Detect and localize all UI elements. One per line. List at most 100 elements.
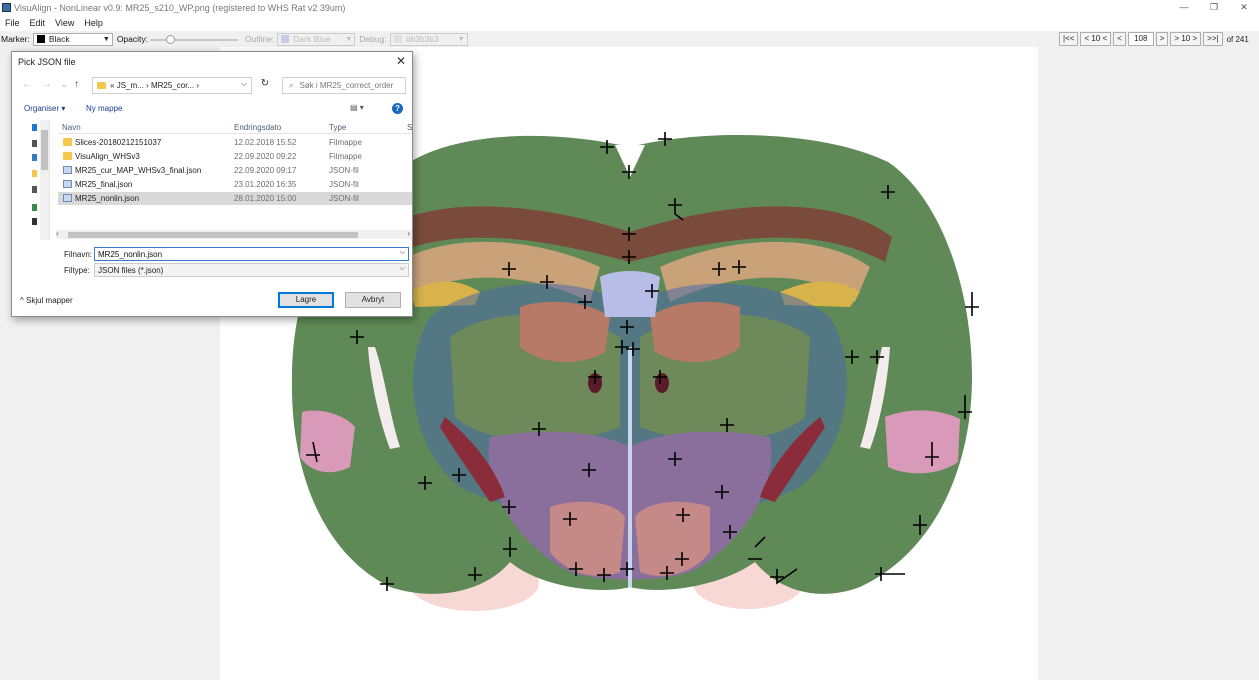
- opacity-slider[interactable]: [150, 33, 238, 46]
- slice-pager: |<< < 10 < < 108 > > 10 > >>| of 241: [1059, 32, 1249, 46]
- file-list-header: Navn Endringsdato Type S: [58, 120, 412, 134]
- column-name[interactable]: Navn: [62, 123, 81, 132]
- menu-edit[interactable]: Edit: [25, 18, 51, 28]
- first-slice-button[interactable]: |<<: [1059, 32, 1079, 46]
- tree-item-icon[interactable]: [32, 186, 37, 193]
- marker-color-swatch: [36, 35, 45, 43]
- nucleus-right: [650, 301, 740, 363]
- json-file-icon: [63, 180, 72, 188]
- slice-number-input[interactable]: 108: [1127, 32, 1154, 46]
- file-name: MR25_final.json: [75, 180, 133, 189]
- save-button[interactable]: Lagre: [278, 292, 334, 308]
- file-row[interactable]: MR25_nonlin.json 28.01.2020 15:00 JSON-fil: [58, 192, 412, 205]
- window-close-button[interactable]: ✕: [1229, 0, 1259, 15]
- opacity-label: Opacity:: [116, 34, 148, 44]
- file-date: 22.09.2020 09:22: [234, 152, 297, 161]
- file-name: Slices-20180212151037: [75, 138, 162, 147]
- file-row[interactable]: MR25_final.json 23.01.2020 16:35 JSON-fil: [58, 178, 412, 191]
- recent-locations-icon[interactable]: ⌄: [60, 79, 68, 90]
- window-title: VisuAlign - NonLinear v0.9: MR25_s210_WP…: [14, 2, 346, 13]
- outline-label: Outline:: [245, 34, 275, 44]
- address-segment-mr25[interactable]: MR25_cor...: [151, 81, 194, 90]
- file-name: MR25_nonlin.json: [75, 194, 140, 203]
- column-type[interactable]: Type: [329, 123, 346, 132]
- scroll-right-icon[interactable]: ›: [407, 229, 410, 238]
- organise-button[interactable]: Organiser ▾: [24, 104, 65, 113]
- navigation-tree[interactable]: [12, 120, 50, 240]
- file-type: Filmappe: [329, 152, 362, 161]
- file-row[interactable]: MR25_cur_MAP_WHSv3_final.json 22.09.2020 …: [58, 164, 412, 177]
- dialog-close-button[interactable]: ✕: [396, 54, 406, 68]
- dialog-title: Pick JSON file: [18, 57, 76, 67]
- tree-item-icon[interactable]: [32, 154, 37, 161]
- column-date[interactable]: Endringsdato: [234, 123, 281, 132]
- filename-label: Filnavn:: [64, 250, 93, 259]
- file-type: Filmappe: [329, 138, 362, 147]
- chevron-down-icon[interactable]: ⌵: [241, 79, 247, 89]
- back-arrow-icon[interactable]: ←: [22, 79, 32, 90]
- column-size[interactable]: S: [407, 123, 412, 132]
- menu-bar: File Edit View Help: [0, 15, 1259, 31]
- marker-select[interactable]: Black ▼: [32, 32, 113, 46]
- file-row[interactable]: Slices-20180212151037 12.02.2018 15:52 Fil…: [58, 136, 412, 149]
- marker-value: Black: [48, 34, 70, 44]
- filename-form: Filnavn: MR25_nonlin.json ⌵ Filtype: JSO…: [12, 246, 412, 284]
- tree-item-icon[interactable]: [32, 124, 37, 131]
- scroll-left-icon[interactable]: ‹: [56, 229, 59, 238]
- search-input[interactable]: ⌕ Søk i MR25_correct_order: [282, 77, 406, 94]
- refresh-icon[interactable]: ↻: [256, 78, 274, 94]
- back-1-button[interactable]: <: [1113, 32, 1126, 46]
- tree-item-icon[interactable]: [32, 170, 37, 177]
- filename-input[interactable]: MR25_nonlin.json ⌵: [94, 247, 409, 261]
- file-row[interactable]: VisuAlign_WHSv3 22.09.2020 09:22 Filmappe: [58, 150, 412, 163]
- app-icon: [2, 3, 11, 12]
- debug-label: Debug:: [359, 34, 387, 44]
- address-bar[interactable]: « JS_m... › MR25_cor... › ⌵: [92, 77, 252, 94]
- up-arrow-icon[interactable]: ↑: [74, 79, 79, 90]
- menu-view[interactable]: View: [50, 18, 79, 28]
- tree-item-icon[interactable]: [32, 140, 37, 147]
- address-separator: ›: [146, 81, 149, 90]
- file-type: JSON-fil: [329, 166, 359, 175]
- filetype-value: JSON files (*.json): [98, 266, 164, 275]
- forward-arrow-icon[interactable]: →: [42, 79, 52, 90]
- slice-count-label: of 241: [1226, 34, 1249, 44]
- address-segment-jsm[interactable]: JS_m...: [117, 81, 144, 90]
- chevron-down-icon[interactable]: ⌵: [400, 249, 405, 257]
- tree-scrollbar[interactable]: [40, 120, 49, 240]
- back-10-button[interactable]: < 10 <: [1080, 32, 1112, 46]
- cancel-button[interactable]: Avbryt: [345, 292, 401, 308]
- forward-10-button[interactable]: > 10 >: [1170, 32, 1202, 46]
- new-folder-button[interactable]: Ny mappe: [86, 104, 122, 113]
- forward-1-button[interactable]: >: [1155, 32, 1169, 46]
- filetype-label: Filtype:: [64, 266, 90, 275]
- outline-color-swatch: [281, 35, 290, 43]
- slider-track: [150, 38, 238, 41]
- minimize-button[interactable]: —: [1169, 0, 1199, 15]
- folder-icon: [63, 138, 72, 146]
- file-name: VisuAlign_WHSv3: [75, 152, 140, 161]
- menu-file[interactable]: File: [0, 18, 25, 28]
- filename-value: MR25_nonlin.json: [98, 250, 163, 259]
- slider-thumb[interactable]: [166, 34, 175, 44]
- chevron-down-icon: ▼: [457, 35, 465, 43]
- menu-help[interactable]: Help: [79, 18, 108, 28]
- filetype-select[interactable]: JSON files (*.json) ⌵: [94, 263, 409, 277]
- debug-value: #b3b3b3: [405, 34, 439, 44]
- horizontal-scrollbar[interactable]: ‹ ›: [56, 229, 412, 239]
- address-separator: ›: [196, 81, 199, 90]
- tree-item-icon[interactable]: [32, 218, 37, 225]
- chevron-down-icon: ⌵: [399, 265, 405, 272]
- scrollbar-thumb[interactable]: [68, 232, 358, 238]
- json-file-icon: [63, 194, 72, 202]
- pick-json-dialog: Pick JSON file ✕ ← → ⌄ ↑ « JS_m... › MR2…: [11, 51, 413, 317]
- outline-value: Dark Blue: [293, 34, 331, 44]
- tree-item-icon[interactable]: [32, 204, 37, 211]
- window-controls: — ❐ ✕: [1169, 0, 1259, 15]
- scrollbar-thumb[interactable]: [41, 130, 48, 170]
- view-options-button[interactable]: ▤ ▾: [350, 103, 364, 112]
- help-icon[interactable]: ?: [392, 103, 403, 114]
- restore-button[interactable]: ❐: [1199, 0, 1229, 15]
- hide-folders-toggle[interactable]: ^ Skjul mapper: [20, 296, 73, 305]
- last-slice-button[interactable]: >>|: [1203, 32, 1223, 46]
